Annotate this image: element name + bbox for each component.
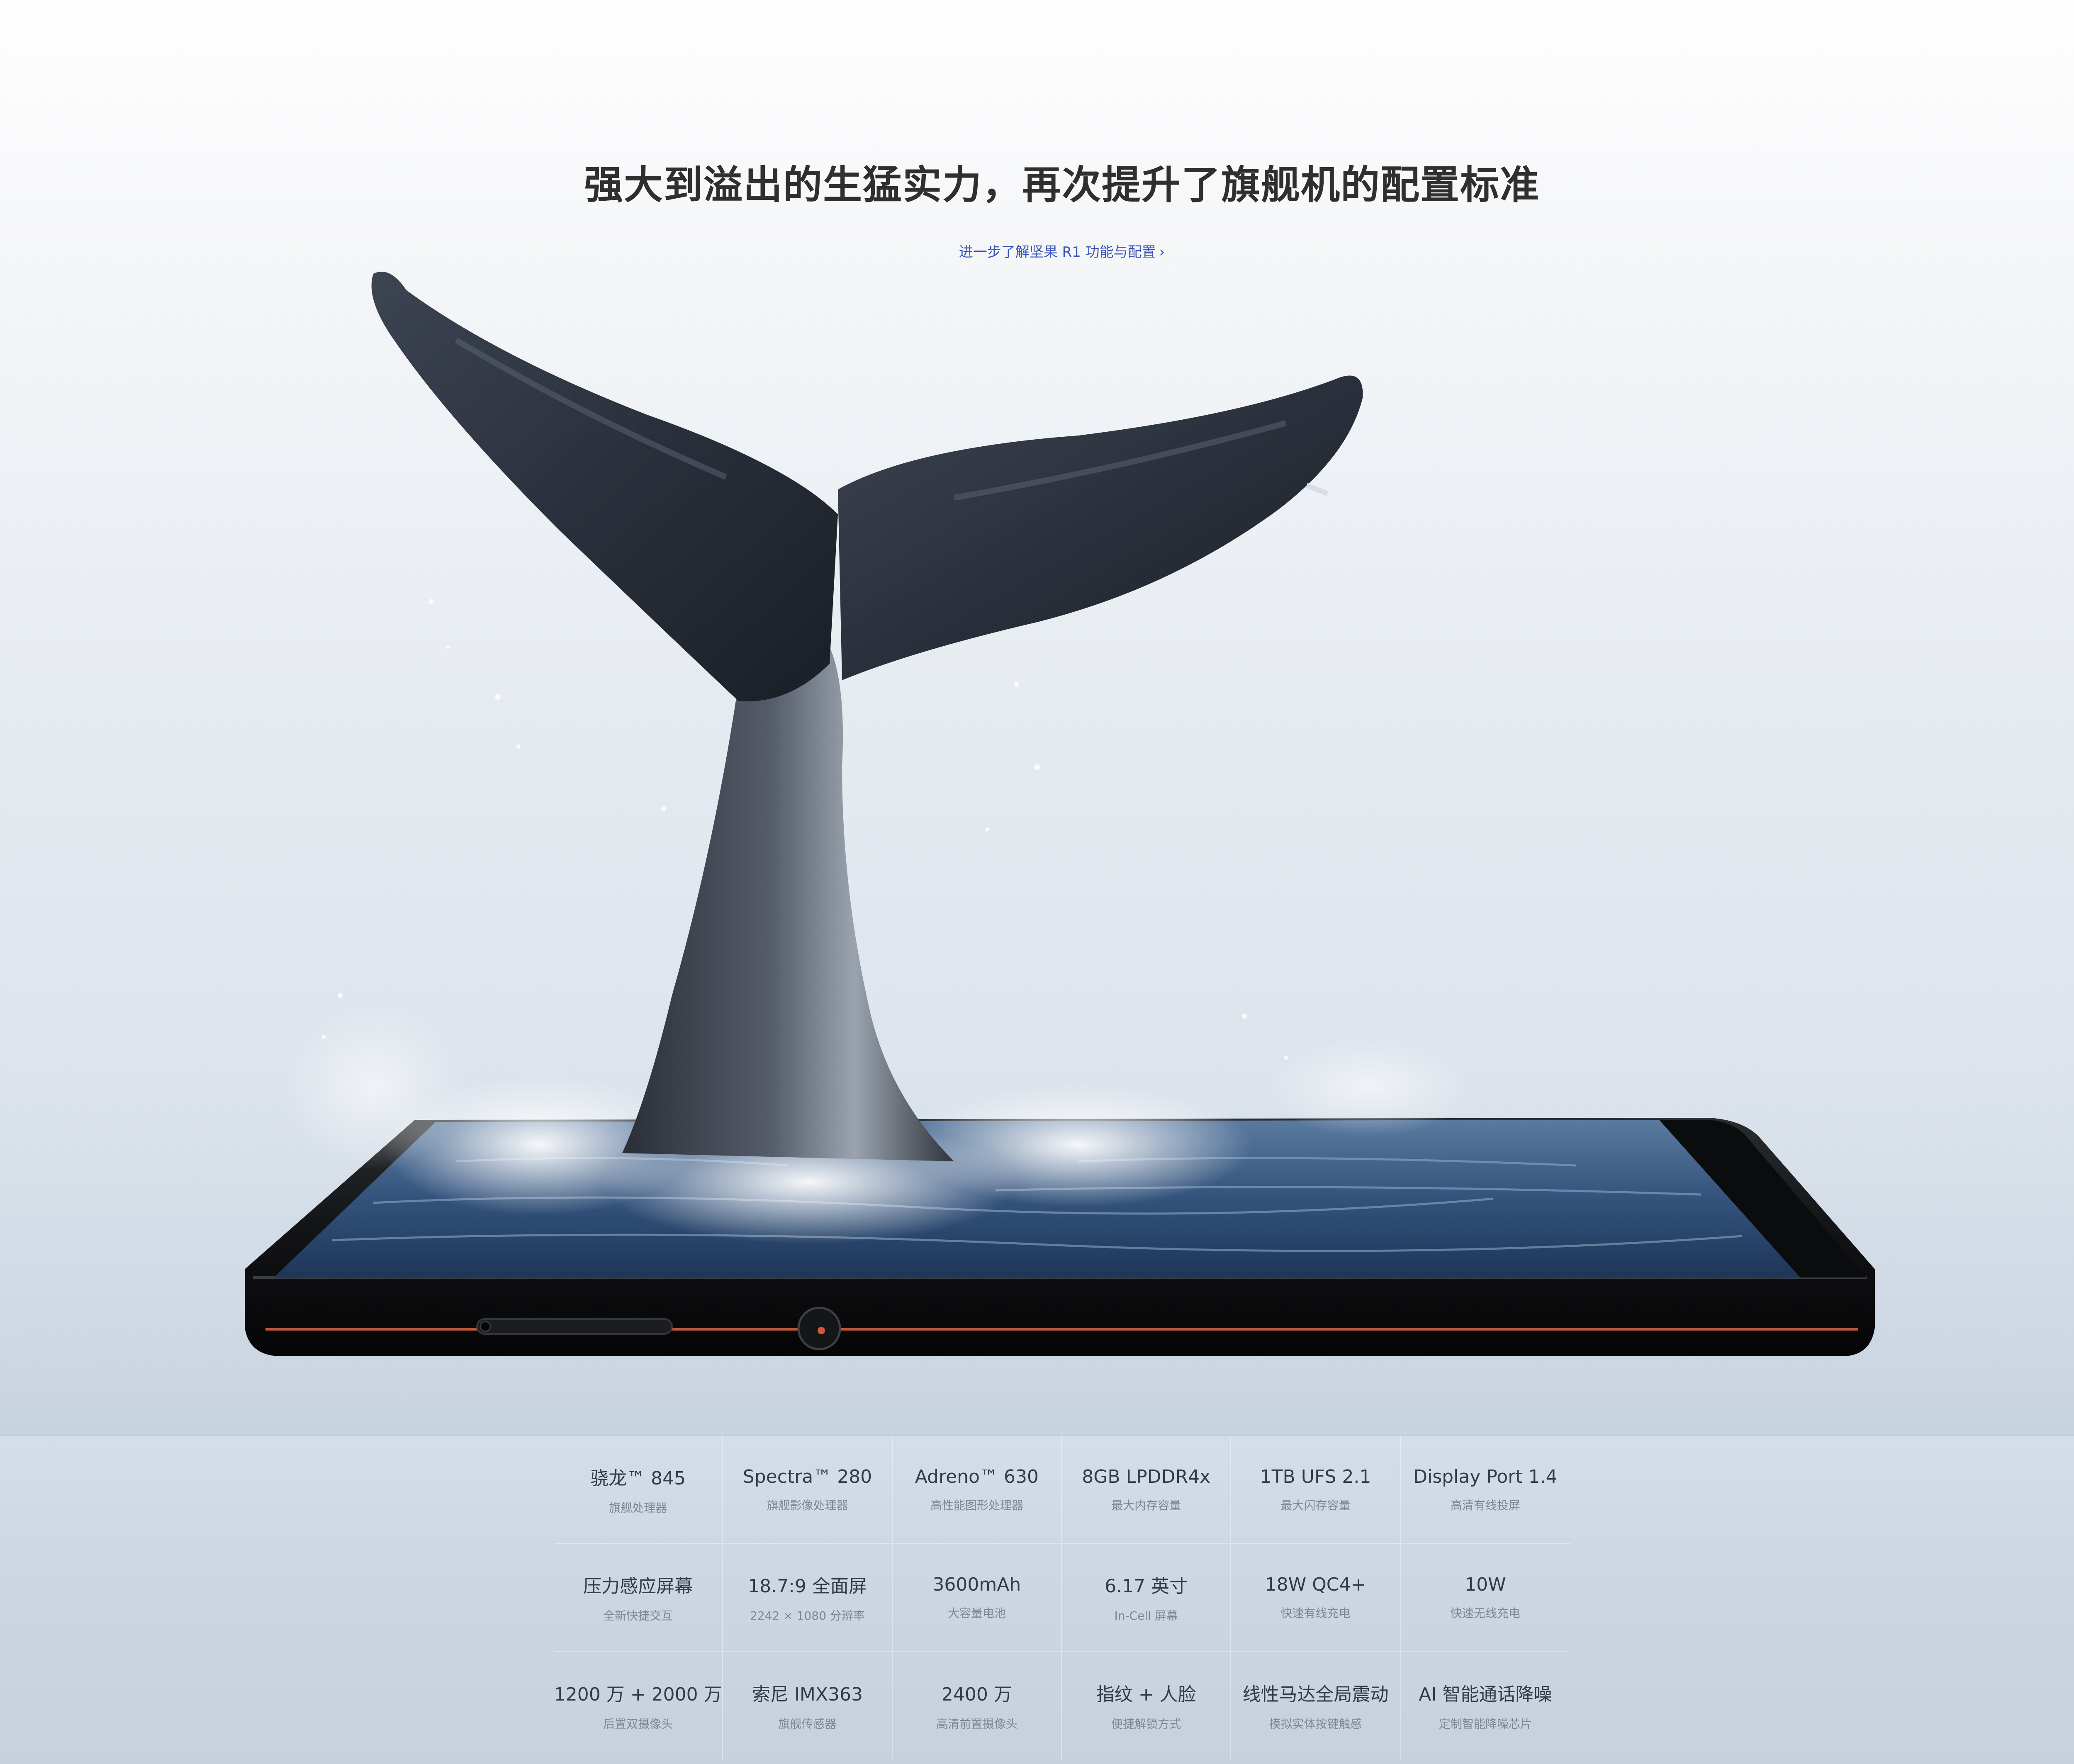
spec-subtitle: 旗舰影像处理器 [767,1498,848,1512]
spec-subtitle: 最大闪存容量 [1280,1498,1351,1512]
spec-item-processor: 骁龙™ 845 旗舰处理器 [554,1436,723,1544]
hero-image [245,272,1875,1356]
spec-subtitle: 高性能图形处理器 [930,1498,1023,1512]
spec-subtitle: 后置双摄像头 [603,1717,673,1731]
spec-subtitle: In-Cell 屏幕 [1114,1609,1178,1623]
spec-item-sensor: 索尼 IMX363 旗舰传感器 [723,1652,893,1759]
spec-subtitle: 旗舰处理器 [609,1501,667,1515]
spec-title: 1TB UFS 2.1 [1260,1466,1371,1487]
spec-item-gpu: Adreno™ 630 高性能图形处理器 [892,1436,1062,1544]
spec-title: 压力感应屏幕 [583,1576,693,1597]
spec-item-pressure-screen: 压力感应屏幕全新快捷交互 [554,1544,723,1652]
spec-title: AI 智能通话降噪 [1419,1684,1552,1705]
spec-title: 18W QC4+ [1265,1574,1366,1595]
spec-title: Display Port 1.4 [1413,1466,1558,1487]
spec-subtitle: 高清前置摄像头 [936,1717,1018,1731]
spec-item-displayport: Display Port 1.4 高清有线投屏 [1400,1436,1570,1544]
spec-title: 18.7:9 全面屏 [748,1576,867,1597]
spec-item-unlock: 指纹 + 人脸便捷解锁方式 [1062,1652,1232,1759]
spec-subtitle: 定制智能降噪芯片 [1439,1717,1532,1731]
spec-title: 3600mAh [932,1574,1021,1595]
spec-item-screen-size: 6.17 英寸 In-Cell 屏幕 [1062,1544,1232,1652]
spec-subtitle: 大容量电池 [947,1606,1006,1620]
spec-title: 10W [1465,1574,1506,1595]
spec-subtitle: 全新快捷交互 [603,1609,673,1623]
spec-subtitle: 快速无线充电 [1450,1606,1520,1620]
spec-subtitle: 2242 × 1080 分辨率 [750,1609,865,1623]
spec-item-haptics: 线性马达全局震动模拟实体按键触感 [1231,1652,1401,1759]
spec-item-fullscreen: 18.7:9 全面屏 2242 × 1080 分辨率 [723,1544,893,1652]
spec-item-isp: Spectra™ 280 旗舰影像处理器 [723,1436,893,1544]
spec-subtitle: 最大内存容量 [1111,1498,1181,1512]
spec-title: 骁龙™ 845 [590,1468,686,1489]
spec-subtitle: 便捷解锁方式 [1111,1717,1181,1731]
spec-item-battery: 3600mAh 大容量电池 [892,1544,1062,1652]
spec-item-noise-cancel: AI 智能通话降噪定制智能降噪芯片 [1401,1652,1570,1759]
spec-title: 1200 万 + 2000 万 [554,1684,722,1705]
spec-title: 6.17 英寸 [1105,1576,1188,1597]
spec-item-rear-camera: 1200 万 + 2000 万后置双摄像头 [554,1652,723,1759]
spec-title: 索尼 IMX363 [752,1684,863,1705]
spec-subtitle: 旗舰传感器 [778,1717,837,1731]
spec-item-wired-charging: 18W QC4+ 快速有线充电 [1231,1544,1401,1652]
spec-subtitle: 快速有线充电 [1280,1606,1351,1620]
spec-title: Spectra™ 280 [742,1466,872,1487]
spec-item-wireless-charging: 10W 快速无线充电 [1400,1544,1570,1652]
spec-title: Adreno™ 630 [915,1466,1039,1487]
spec-item-ram: 8GB LPDDR4x 最大内存容量 [1062,1436,1232,1544]
whale-tail [371,272,1363,1161]
spec-subtitle: 模拟实体按键触感 [1269,1717,1362,1731]
spec-title: 2400 万 [941,1684,1012,1705]
spec-grid: 骁龙™ 845 旗舰处理器 Spectra™ 280 旗舰影像处理器 Adreno™… [554,1436,1570,1764]
spec-item-front-camera: 2400 万高清前置摄像头 [893,1652,1062,1759]
spec-title: 指纹 + 人脸 [1096,1684,1196,1705]
spec-section: 骁龙™ 845 旗舰处理器 Spectra™ 280 旗舰影像处理器 Adreno™… [0,1435,2074,1764]
spec-title: 8GB LPDDR4x [1082,1466,1210,1487]
spec-title: 线性马达全局震动 [1242,1684,1389,1705]
spec-subtitle: 高清有线投屏 [1450,1498,1520,1512]
spec-item-storage: 1TB UFS 2.1 最大闪存容量 [1231,1436,1401,1544]
